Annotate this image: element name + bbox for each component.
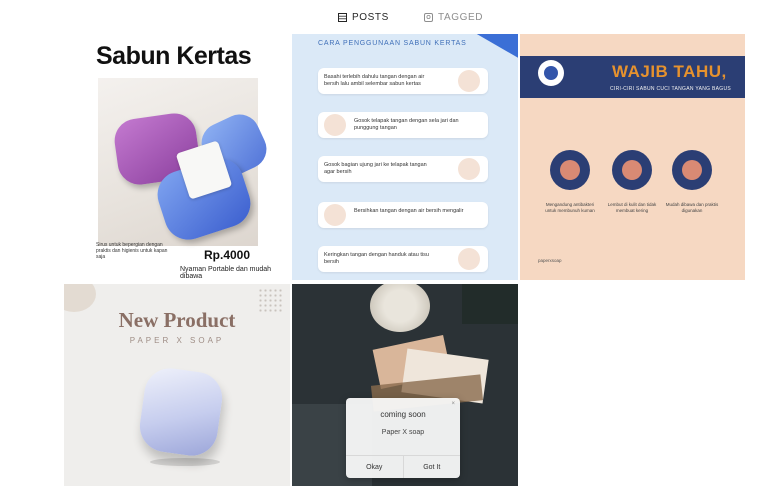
post-footer: paperxsoap (538, 258, 562, 263)
brand-logo-icon (538, 60, 564, 86)
close-icon[interactable]: × (451, 401, 455, 407)
tab-tagged[interactable]: TAGGED (424, 9, 483, 25)
got-it-button[interactable]: Got It (402, 456, 461, 478)
infographic-header: CARA PENGGUNAAN SABUN KERTAS (318, 40, 467, 47)
post-title: WAJIB TAHU, (612, 62, 727, 81)
grid-icon (338, 12, 347, 22)
step-text: Keringkan tangan dengan handuk atau tisu… (324, 252, 429, 265)
arm-icon (672, 150, 712, 190)
dialog-title: coming soon (380, 410, 426, 419)
tab-posts-label: POSTS (352, 11, 389, 23)
post-title: Sabun Kertas (96, 42, 252, 70)
tag-icon (424, 12, 433, 22)
feature-caption: Mudah dibawa dan praktis digunakan (665, 202, 719, 213)
feature-caption: Mengandung antibakteri untuk membunuh ku… (545, 202, 595, 213)
post-new-product[interactable]: New Product PAPER X SOAP (64, 284, 290, 486)
hand-wash-icon (458, 248, 480, 270)
post-small-text: Sirus untuk bepergian dengan praktis dan… (96, 242, 168, 260)
post-title: New Product (118, 308, 236, 332)
hand-wash-icon (458, 70, 480, 92)
step-card: Basahi terlebih dahulu tangan dengan air… (318, 68, 488, 94)
tab-posts[interactable]: POSTS (338, 9, 389, 25)
step-text: Bersihkan tangan dengan air bersih menga… (354, 208, 464, 214)
soap-shadow (150, 458, 220, 466)
price-label: Rp.4000 (204, 248, 251, 262)
hand-wash-icon (324, 204, 346, 226)
hand-wash-icon (458, 158, 480, 180)
dialog-message: Paper X soap (381, 429, 425, 436)
post-wajib-tahu[interactable]: WAJIB TAHU, CIRI-CIRI SABUN CUCI TANGAN … (520, 34, 745, 280)
post-cara-penggunaan[interactable]: CARA PENGGUNAAN SABUN KERTAS Basahi terl… (292, 34, 518, 280)
okay-button[interactable]: Okay (346, 456, 403, 478)
post-sabun-kertas[interactable]: Sabun Kertas Sirus untuk bepergian denga… (64, 34, 290, 280)
hand-wash-icon (324, 114, 346, 136)
step-card: Keringkan tangan dengan handuk atau tisu… (318, 246, 488, 272)
step-card: Gosok telapak tangan dengan sela jari da… (318, 112, 488, 138)
virus-icon (550, 150, 590, 190)
step-text: Gosok telapak tangan dengan sela jari da… (354, 118, 459, 131)
post-subtitle: CIRI-CIRI SABUN CUCI TANGAN YANG BAGUS (610, 86, 732, 92)
post-subtitle: Nyaman Portable dan mudah dibawa (180, 266, 272, 280)
corner-ribbon (475, 34, 518, 60)
feature-caption: Lembut di kulit dan tidak membuat kering (607, 202, 657, 213)
hands-icon (612, 150, 652, 190)
coral-decoration (370, 284, 430, 332)
leaves-background (462, 284, 518, 324)
step-card: Bersihkan tangan dengan air bersih menga… (318, 202, 488, 228)
tab-tagged-label: TAGGED (438, 11, 484, 23)
coming-soon-dialog: × coming soon Paper X soap Okay Got It (346, 398, 460, 478)
step-text: Gosok bagian ujung jari ke telapak tanga… (324, 162, 427, 175)
step-text: Basahi terlebih dahulu tangan dengan air… (324, 74, 425, 87)
step-card: Gosok bagian ujung jari ke telapak tanga… (318, 156, 488, 182)
post-subtitle: PAPER X SOAP (129, 336, 225, 345)
profile-tabs: POSTS TAGGED (0, 0, 757, 34)
dialog-buttons: Okay Got It (346, 455, 460, 478)
soap-case-photo (136, 364, 226, 460)
